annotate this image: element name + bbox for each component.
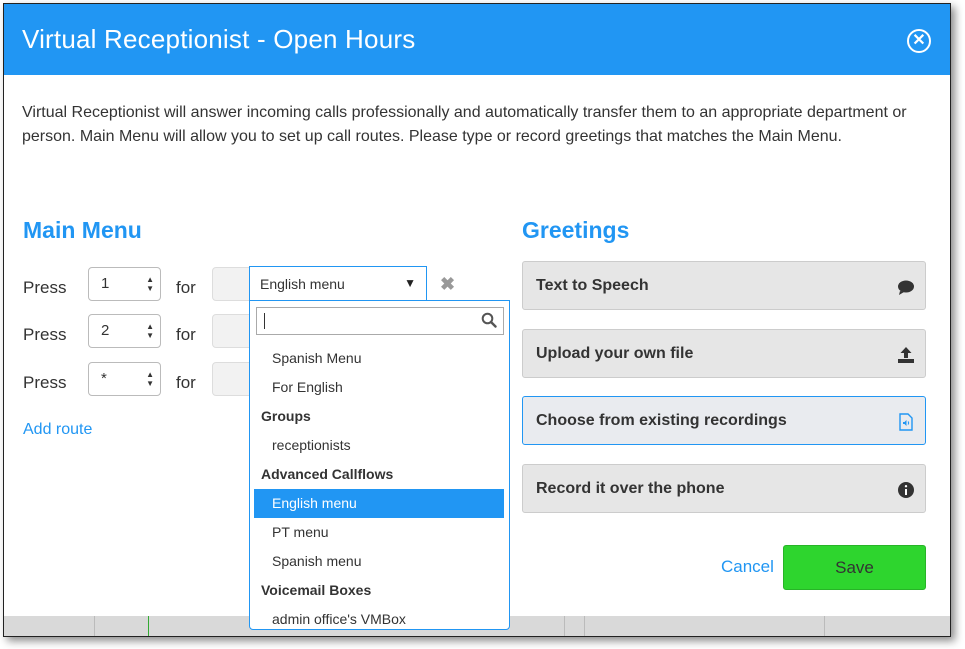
stepper-arrows-icon[interactable]: ▲ ▼ (146, 370, 154, 388)
key-value: 2 (101, 322, 110, 339)
greeting-option-0[interactable]: Text to Speech (522, 261, 926, 310)
stepper-arrows-icon[interactable]: ▲ ▼ (146, 275, 154, 293)
greeting-option-label: Choose from existing recordings (536, 412, 787, 429)
greeting-option-2[interactable]: Choose from existing recordings (522, 396, 926, 445)
add-route-link[interactable]: Add route (23, 421, 92, 439)
select-dropdown: Spanish Menu For English Groups receptionis… (249, 300, 510, 630)
background-cell (584, 616, 614, 636)
dropdown-group-header: Groups (261, 408, 311, 424)
intro-text: Virtual Receptionist will answer incomin… (22, 104, 907, 145)
stepper-arrows-icon[interactable]: ▲ ▼ (146, 322, 154, 340)
route-target-field[interactable] (212, 362, 252, 396)
greeting-option-3[interactable]: Record it over the phone (522, 464, 926, 513)
greeting-option-label: Text to Speech (536, 277, 649, 294)
dropdown-option[interactable]: Spanish Menu (254, 344, 504, 373)
main-menu-title: Main Menu (23, 217, 142, 243)
dialog-header: Virtual Receptionist - Open Hours ✕ (4, 4, 950, 75)
upload-icon (897, 346, 915, 364)
dropdown-group-header: Advanced Callflows (261, 466, 394, 482)
press-label: Press (23, 373, 67, 392)
dropdown-option[interactable]: PT menu (254, 518, 504, 547)
dropdown-option[interactable]: For English (254, 373, 504, 402)
greeting-option-1[interactable]: Upload your own file (522, 329, 926, 378)
remove-route-icon[interactable]: ✖ (440, 274, 455, 295)
caret-down-icon: ▼ (404, 276, 416, 290)
key-stepper[interactable]: 2 ▲ ▼ (88, 314, 161, 348)
for-label: for (176, 373, 196, 392)
for-label: for (176, 325, 196, 344)
dropdown-search-input[interactable] (256, 307, 504, 335)
greeting-option-label: Record it over the phone (536, 480, 725, 497)
virtual-receptionist-dialog: Virtual Receptionist - Open Hours ✕ Virt… (4, 4, 950, 630)
dropdown-option[interactable]: English menu (254, 489, 504, 518)
route-target-field[interactable] (212, 267, 252, 301)
greetings-title: Greetings (522, 217, 630, 243)
press-label: Press (23, 278, 67, 297)
background-cell (824, 616, 854, 636)
press-label: Press (23, 325, 67, 344)
dropdown-option[interactable]: admin office's VMBox (254, 605, 504, 629)
background-cell (148, 616, 178, 636)
background-cell (94, 616, 124, 636)
dropdown-option[interactable]: receptionists (254, 431, 504, 460)
dropdown-option[interactable]: Spanish menu (254, 547, 504, 576)
dialog-title: Virtual Receptionist - Open Hours (22, 24, 416, 54)
key-value: * (101, 370, 107, 387)
info-icon (897, 481, 915, 499)
save-button[interactable]: Save (783, 545, 926, 590)
screenshot-frame: Virtual Receptionist - Open Hours ✕ Virt… (3, 3, 951, 637)
key-value: 1 (101, 275, 110, 292)
speech-bubble-icon (897, 278, 915, 296)
close-icon[interactable]: ✕ (907, 29, 931, 53)
greeting-option-label: Upload your own file (536, 345, 694, 362)
route-target-field[interactable] (212, 314, 252, 348)
key-stepper[interactable]: * ▲ ▼ (88, 362, 161, 396)
select-value: English menu (260, 276, 345, 292)
search-icon (481, 312, 497, 328)
key-stepper[interactable]: 1 ▲ ▼ (88, 267, 161, 301)
audio-file-icon (897, 413, 915, 431)
for-label: for (176, 278, 196, 297)
cancel-button[interactable]: Cancel (721, 557, 774, 577)
dropdown-group-header: Voicemail Boxes (261, 582, 372, 598)
route-target-select[interactable]: English menu ▼ (249, 266, 427, 300)
text-cursor (264, 313, 265, 329)
